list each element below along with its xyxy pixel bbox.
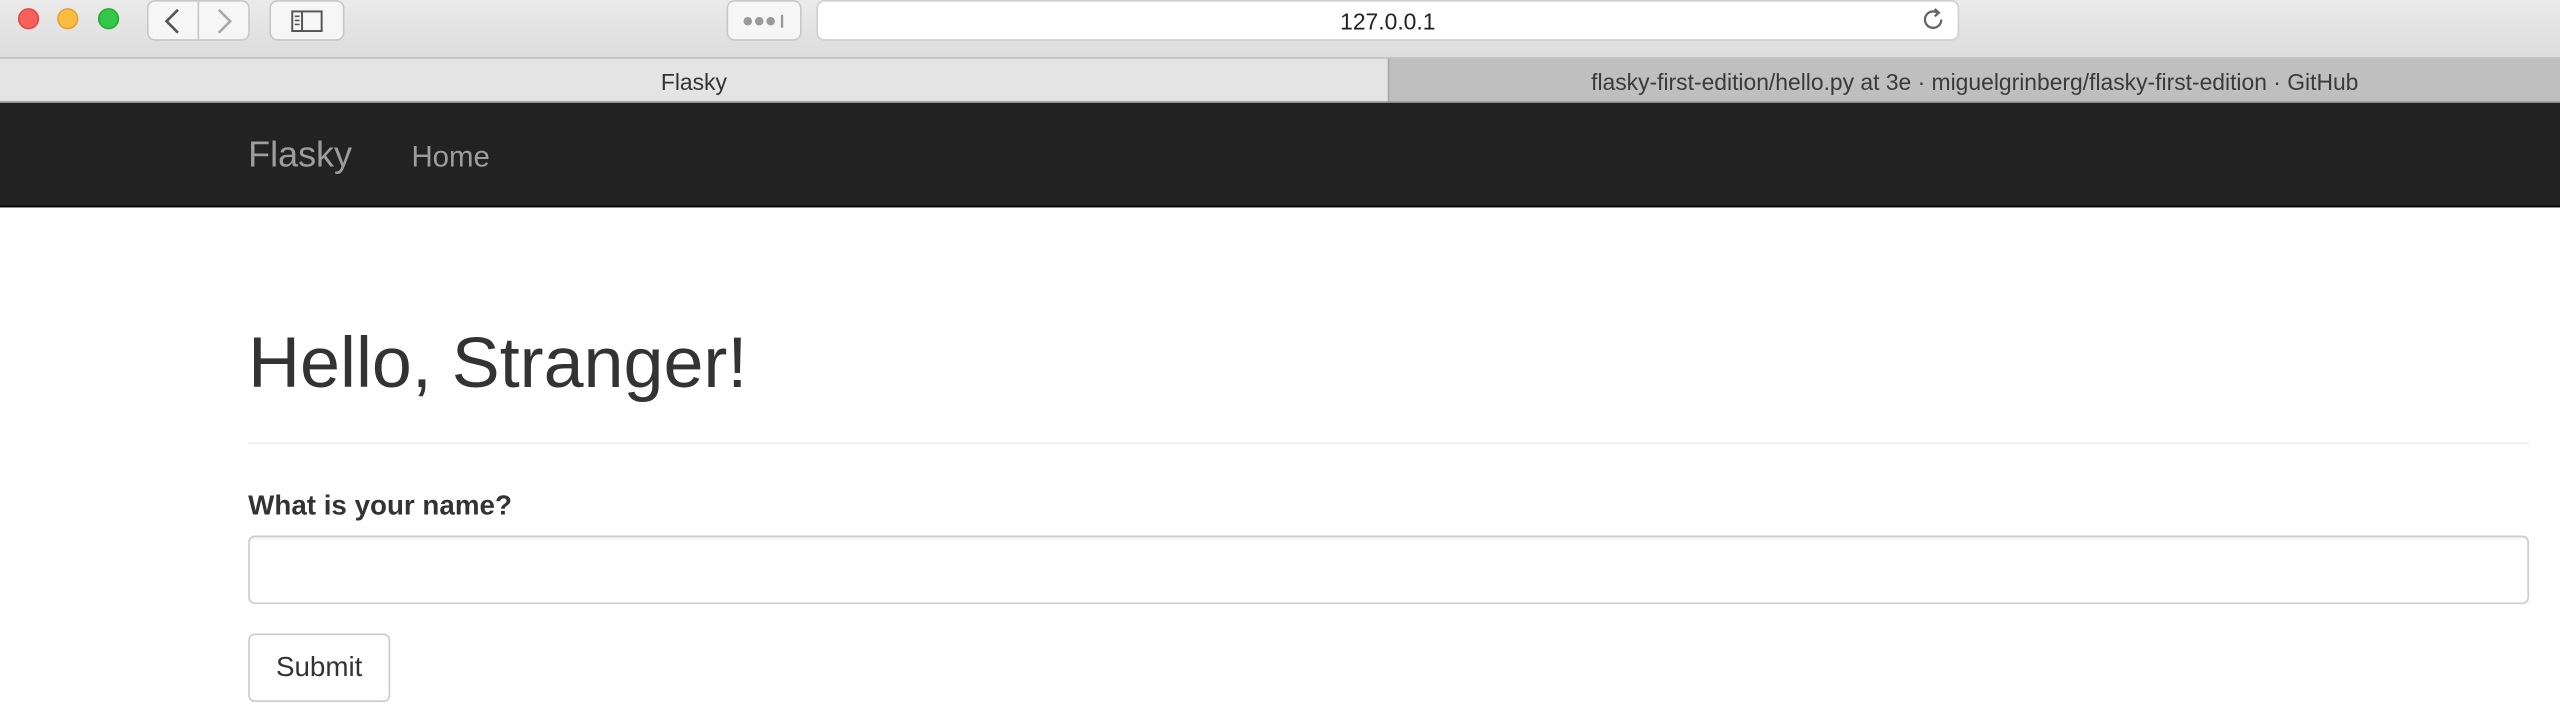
name-field-label: What is your name? [248,489,512,521]
address-bar-url: 127.0.0.1 [1340,8,1436,35]
page-title: Hello, Stranger! [248,323,748,404]
minimize-window-button[interactable] [57,8,79,30]
sidebar-toggle-button[interactable] [269,0,345,41]
close-window-button[interactable] [17,8,40,30]
page: 127.0.0.1 Flasky flasky-first-edition/he… [0,0,2560,720]
dots-icon [743,13,784,27]
sidebar-icon [291,9,323,32]
reload-icon[interactable] [1918,5,1947,34]
forward-button[interactable] [197,0,250,41]
browser-toolbar: 127.0.0.1 [0,0,2560,58]
tab-label: flasky-first-edition/hello.py at 3e · mi… [1591,68,2359,95]
maximize-window-button[interactable] [97,8,120,30]
tab-bar: Flasky flasky-first-edition/hello.py at … [0,57,2560,105]
nav-link-home[interactable]: Home [411,140,489,174]
chevron-right-icon [217,8,233,33]
back-button[interactable] [146,0,200,41]
chevron-left-icon [164,8,179,33]
extensions-button[interactable] [726,0,802,41]
site-navbar: Flasky Home [0,102,2560,208]
submit-button[interactable]: Submit [248,633,391,703]
heading-divider [248,442,2530,445]
tab-github[interactable]: flasky-first-edition/hello.py at 3e · mi… [1387,58,2560,105]
name-input[interactable] [248,535,2530,605]
navbar-brand[interactable]: Flasky [248,134,352,176]
address-bar[interactable]: 127.0.0.1 [816,0,1960,41]
tab-flasky[interactable]: Flasky [0,58,1388,105]
tab-label: Flasky [660,68,727,95]
